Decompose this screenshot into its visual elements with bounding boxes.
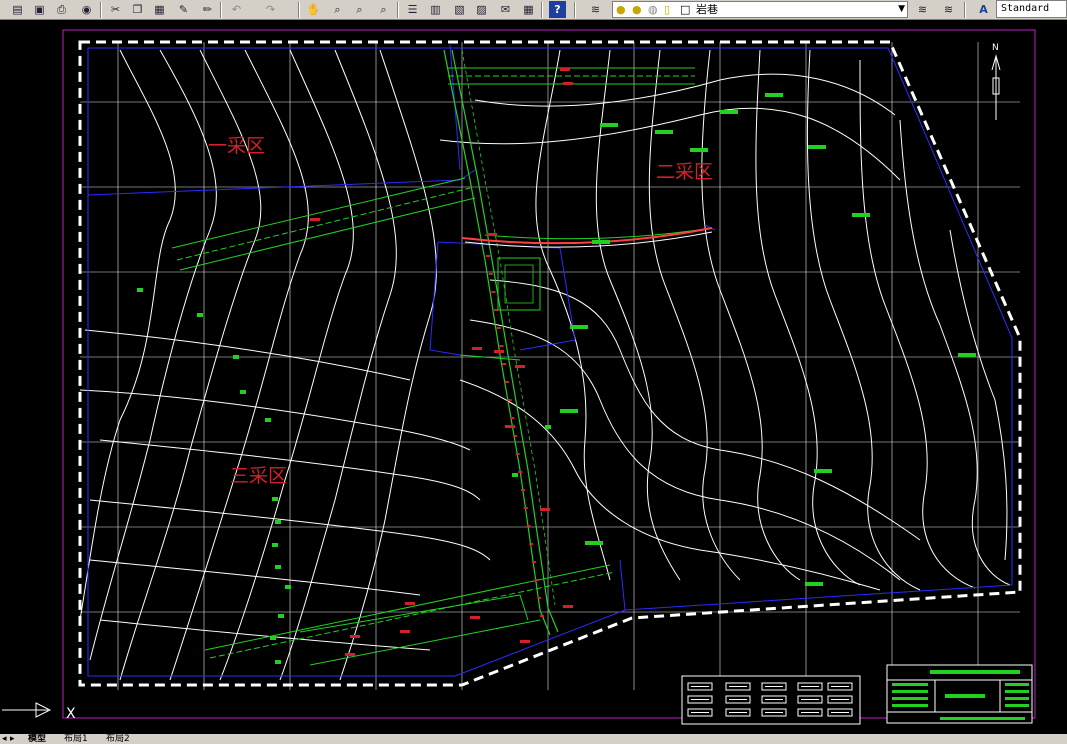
calculator-icon[interactable]: ▦	[520, 1, 537, 18]
open-icon[interactable]: ▤	[9, 1, 26, 18]
tab-model[interactable]: 模型	[28, 734, 46, 744]
north-label: N	[992, 43, 999, 53]
layer-previous-icon[interactable]: ≋	[914, 1, 931, 18]
sun-icon[interactable]: ●	[632, 2, 642, 17]
zone-label-1: 三采区	[230, 465, 287, 487]
viewport-freeze-icon[interactable]: ◍	[648, 2, 658, 17]
drawing-canvas[interactable]: 一采区 二采区 三采区 N X	[0, 20, 1067, 734]
layer-color-icon: □	[680, 3, 691, 16]
standard-toolbar: ▤ ▣ ⎙ ◉ ✂ ❐ ▦ ✎ ✏ ↶ ↷ ✋ ⌕ ⌕ ⌕ ☰ ▥ ▧ ▨ ✉ …	[0, 0, 1067, 20]
toolbar-separator	[397, 2, 399, 18]
layer-dropdown[interactable]: ● ● ◍ ▯ □ 岩巷 ▼	[612, 1, 908, 18]
title-block	[886, 664, 1033, 724]
tool-palettes-icon[interactable]: ▧	[451, 1, 468, 18]
zone-label-2: 二采区	[656, 161, 713, 183]
paste-icon[interactable]: ▦	[151, 1, 168, 18]
design-center-icon[interactable]: ▥	[427, 1, 444, 18]
legend-box	[681, 675, 861, 725]
undo-icon[interactable]: ↶	[228, 1, 245, 18]
tab-scroll-last-icon[interactable]: ▸	[10, 734, 15, 744]
tab-layout2[interactable]: 布局2	[106, 734, 130, 744]
markup-icon[interactable]: ✉	[497, 1, 514, 18]
toolbar-separator	[964, 2, 966, 18]
match-properties-icon[interactable]: ✎	[175, 1, 192, 18]
layout-tab-bar: ◂ ▸ 模型 布局1 布局2	[0, 734, 1067, 744]
lightbulb-icon[interactable]: ●	[616, 2, 626, 17]
layer-states-icon[interactable]: ≋	[940, 1, 957, 18]
print-icon[interactable]: ⎙	[53, 1, 70, 18]
brush-icon[interactable]: ✏	[199, 1, 216, 18]
cut-icon[interactable]: ✂	[107, 1, 124, 18]
lock-icon[interactable]: ▯	[664, 2, 670, 17]
district-boundaries	[87, 44, 716, 611]
properties-icon[interactable]: ☰	[404, 1, 421, 18]
ucs-icon: X	[2, 702, 76, 722]
tab-scroll-first-icon[interactable]: ◂	[2, 734, 7, 744]
toolbar-separator	[574, 2, 576, 18]
publish-icon[interactable]: ◉	[78, 1, 95, 18]
svg-text:X: X	[66, 706, 76, 722]
layer-manager-icon[interactable]: ≋	[587, 1, 604, 18]
north-arrow: N	[991, 43, 1001, 120]
layout-frame	[62, 29, 1036, 719]
toolbar-separator	[298, 2, 300, 18]
zoom-realtime-icon[interactable]: ⌕	[329, 1, 346, 18]
pan-icon[interactable]: ✋	[305, 1, 322, 18]
text-style-icon[interactable]: A	[975, 1, 992, 18]
copy-icon[interactable]: ❐	[129, 1, 146, 18]
sheet-set-icon[interactable]: ▨	[473, 1, 490, 18]
help-icon[interactable]: ?	[549, 1, 566, 18]
zone-label-3: 一采区	[208, 135, 265, 157]
redo-icon[interactable]: ↷	[262, 1, 279, 18]
gob-road	[461, 227, 713, 245]
tab-layout1[interactable]: 布局1	[64, 734, 88, 744]
save-icon[interactable]: ▣	[31, 1, 48, 18]
chevron-down-icon[interactable]: ▼	[898, 2, 905, 17]
text-style-dropdown[interactable]: Standard	[996, 0, 1067, 18]
elevation-labels	[137, 93, 976, 664]
toolbar-separator	[100, 2, 102, 18]
toolbar-separator	[541, 2, 543, 18]
zoom-window-icon[interactable]: ⌕	[351, 1, 368, 18]
zoom-previous-icon[interactable]: ⌕	[375, 1, 392, 18]
layer-name: 岩巷	[696, 3, 718, 16]
toolbar-separator	[220, 2, 222, 18]
